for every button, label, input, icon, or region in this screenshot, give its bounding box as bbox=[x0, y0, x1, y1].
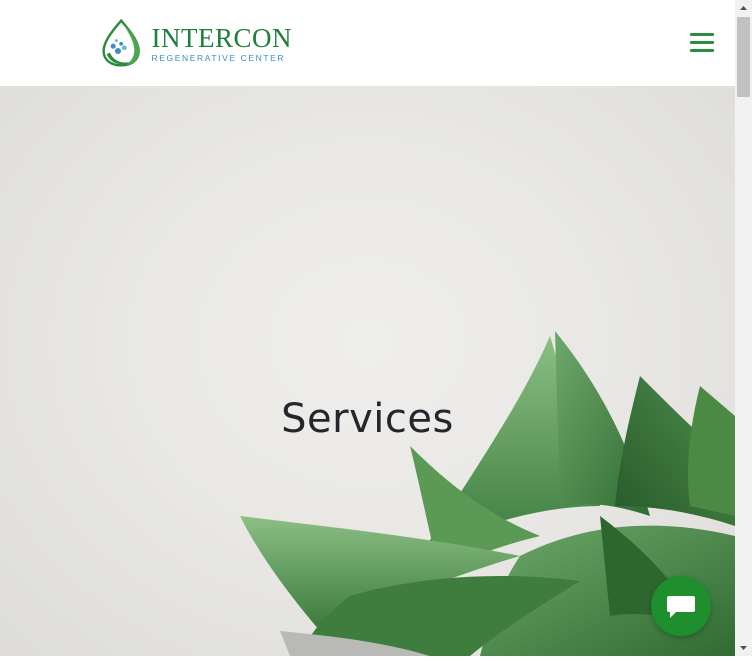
site-logo[interactable]: INTERCON REGENERATIVE CENTER bbox=[102, 13, 292, 73]
page: INTERCON REGENERATIVE CENTER Services bbox=[0, 0, 735, 656]
logo-title: INTERCON bbox=[151, 22, 292, 53]
chat-bubble-icon bbox=[667, 596, 695, 618]
menu-bar bbox=[690, 49, 714, 52]
scroll-down-arrow-icon[interactable] bbox=[735, 639, 752, 656]
menu-bar bbox=[690, 33, 714, 36]
logo-drop-icon bbox=[102, 18, 140, 67]
logo-subtitle: REGENERATIVE CENTER bbox=[151, 52, 286, 63]
site-header: INTERCON REGENERATIVE CENTER bbox=[0, 0, 735, 86]
vertical-scrollbar[interactable] bbox=[735, 0, 752, 656]
succulent-plant-image bbox=[240, 331, 735, 656]
hero-banner: Services bbox=[0, 86, 735, 656]
logo-text: INTERCON REGENERATIVE CENTER bbox=[152, 24, 293, 63]
page-title: Services bbox=[281, 396, 454, 442]
hamburger-menu-icon[interactable] bbox=[690, 33, 714, 55]
scroll-up-arrow-icon[interactable] bbox=[735, 0, 752, 17]
menu-bar bbox=[690, 41, 714, 44]
scrollbar-thumb[interactable] bbox=[737, 17, 750, 97]
chat-button[interactable] bbox=[651, 576, 711, 636]
